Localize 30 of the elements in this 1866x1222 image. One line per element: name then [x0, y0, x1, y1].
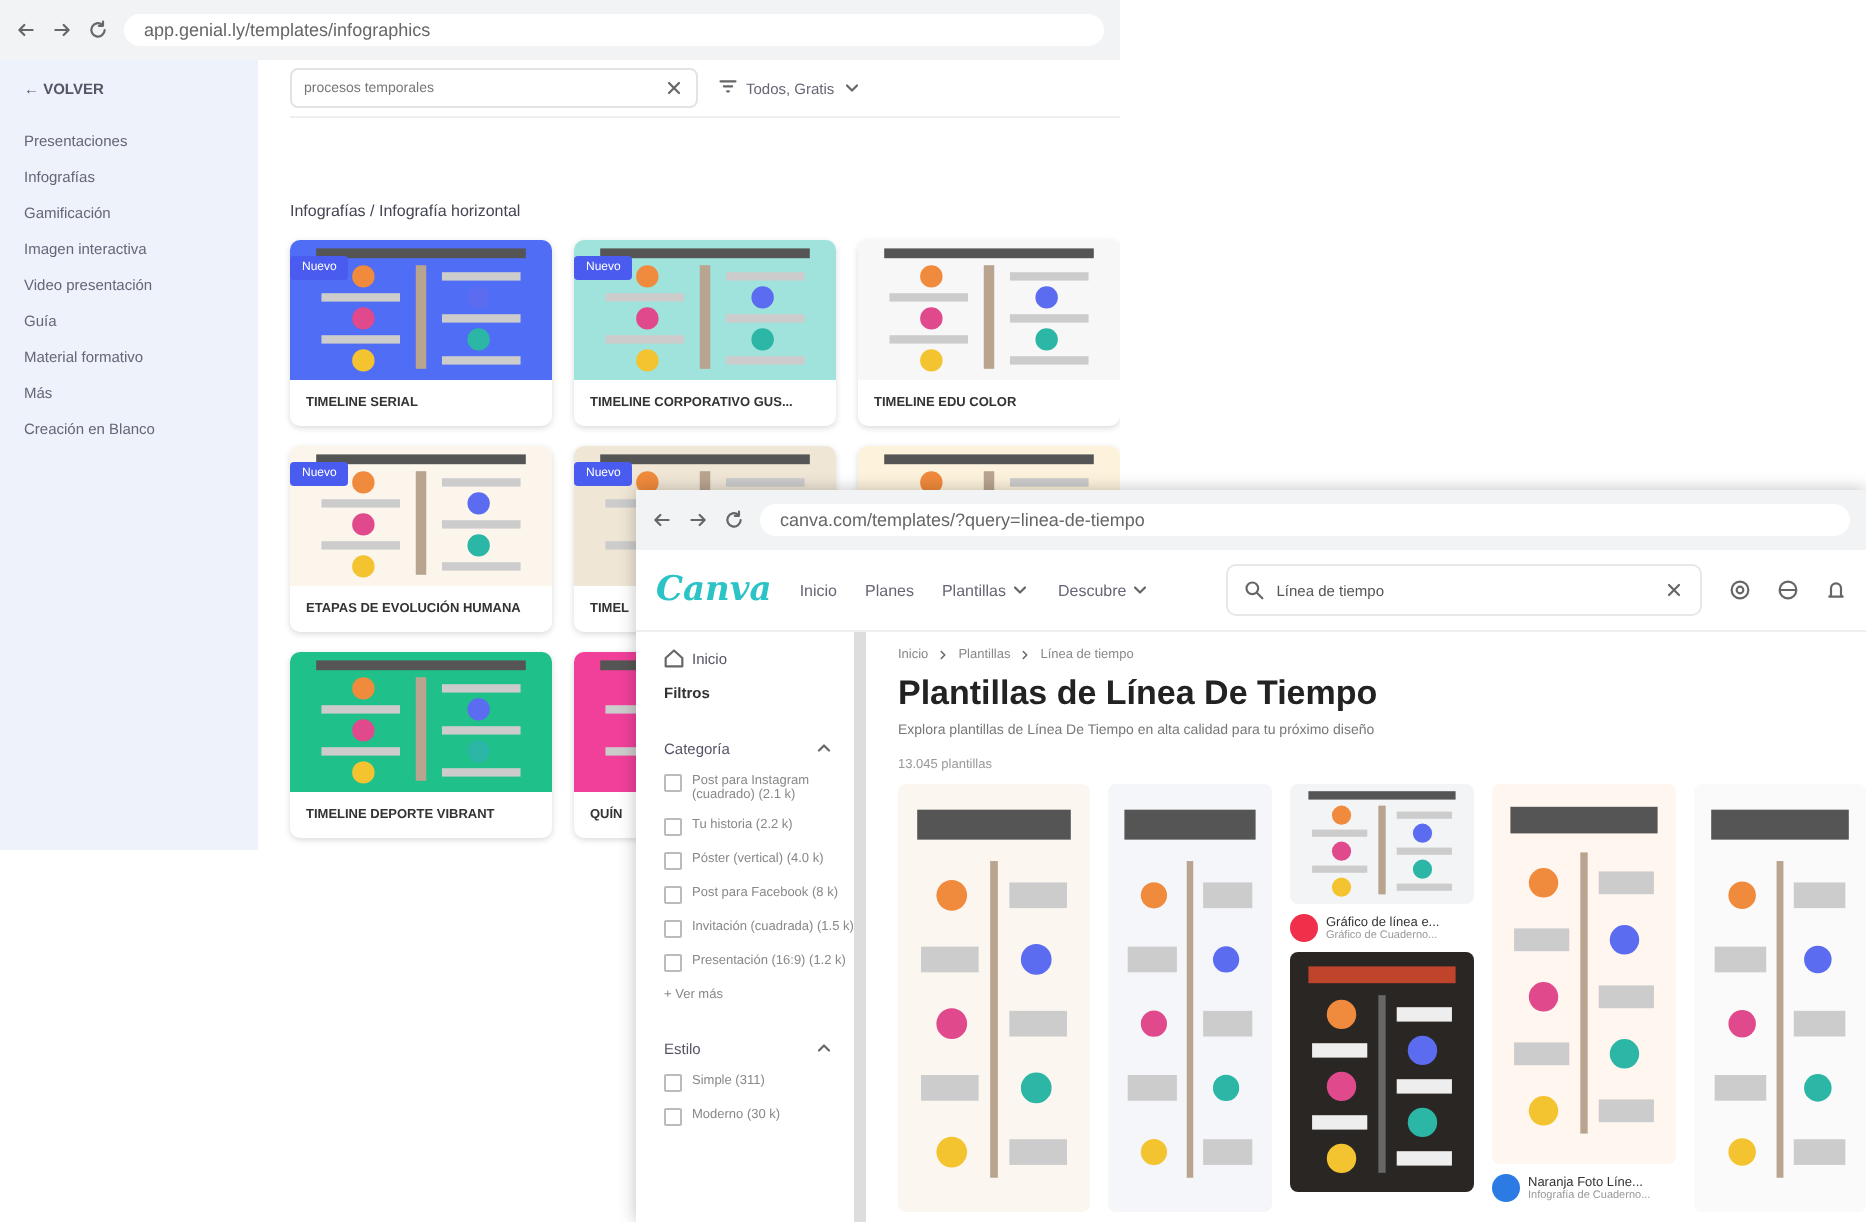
chevron-right-icon — [936, 648, 951, 662]
checkbox[interactable] — [664, 818, 682, 836]
checkbox[interactable] — [664, 774, 682, 792]
bell-icon[interactable] — [1826, 580, 1846, 600]
address-bar[interactable]: app.genial.ly/templates/infographics — [124, 14, 1104, 46]
home-icon[interactable] — [664, 648, 684, 668]
forward-icon[interactable] — [688, 510, 708, 530]
chevron-right-icon — [1018, 648, 1033, 662]
back-icon[interactable] — [16, 20, 36, 40]
checkbox[interactable] — [664, 852, 682, 870]
clear-icon[interactable] — [1664, 580, 1684, 600]
nav-item[interactable]: Planes — [865, 581, 914, 599]
checkbox[interactable] — [664, 920, 682, 938]
checkbox[interactable] — [664, 1074, 682, 1092]
nav-item[interactable]: Plantillas — [941, 580, 1030, 600]
clear-icon[interactable] — [664, 78, 684, 98]
page-title: Plantillas de Línea De Tiempo — [898, 674, 1380, 714]
search-icon — [1244, 580, 1265, 600]
back-icon[interactable] — [652, 510, 672, 530]
reload-icon[interactable] — [88, 20, 108, 40]
checkbox[interactable] — [664, 1108, 682, 1126]
checkbox[interactable] — [664, 886, 682, 904]
nav-item[interactable]: Descubre — [1057, 580, 1151, 600]
reload-icon[interactable] — [724, 510, 744, 530]
nav-item[interactable]: Inicio — [799, 581, 837, 599]
address-bar[interactable]: canva.com/templates/?query=linea-de-tiempo — [760, 504, 1850, 536]
forward-icon[interactable] — [52, 20, 72, 40]
filter-icon — [718, 78, 738, 98]
breadcrumb-heading: Infografías / Infografía horizontal — [290, 202, 523, 220]
checkbox[interactable] — [664, 954, 682, 972]
